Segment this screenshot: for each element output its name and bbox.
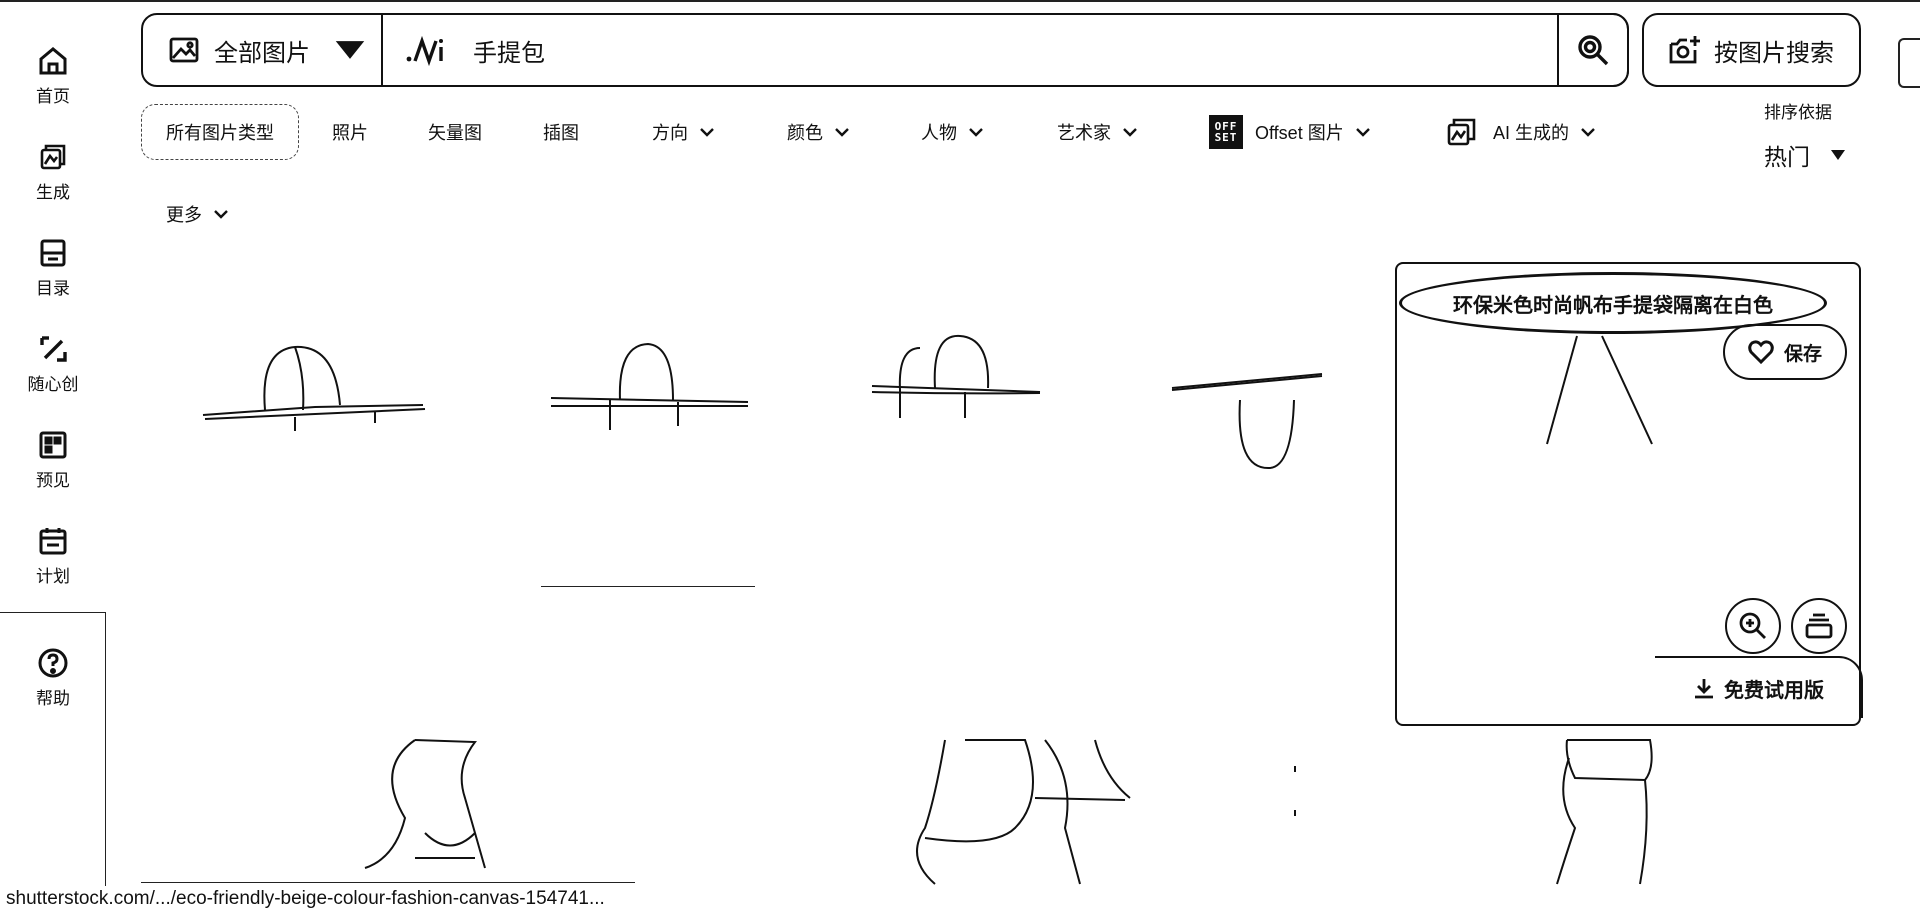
sidebar-item-label: 随心创 — [27, 375, 79, 394]
catalog-icon — [40, 239, 66, 267]
sort-dropdown[interactable]: 热门 — [1764, 138, 1846, 172]
result-image-9[interactable] — [1555, 738, 1665, 888]
zoom-in-icon — [1739, 612, 1766, 639]
result-image-5 — [1546, 335, 1653, 445]
filter-photo[interactable]: 照片 — [332, 104, 368, 160]
save-button-label: 保存 — [1783, 343, 1822, 365]
filter-more-label: 更多 — [166, 205, 202, 225]
filter-people-label: 人物 — [921, 123, 957, 143]
status-bar-url: shutterstock.com/.../eco-friendly-beige-… — [0, 886, 605, 912]
chevron-down-icon — [700, 128, 714, 137]
heart-icon — [1748, 340, 1774, 365]
result-card-hover[interactable]: 环保米色时尚帆布手提袋隔离在白色 保存 免费试用版 — [1395, 262, 1863, 726]
sidebar-item-label: 预见 — [36, 471, 70, 490]
search-button[interactable] — [1557, 13, 1629, 87]
filter-illustration[interactable]: 插图 — [543, 104, 579, 160]
search-bar: 全部图片 — [141, 13, 1629, 87]
chevron-down-icon — [1123, 128, 1137, 137]
stack-icon — [1805, 613, 1833, 639]
chevron-down-icon — [214, 210, 228, 219]
search-scope-label: 全部图片 — [214, 39, 310, 67]
filter-more[interactable]: 更多 — [166, 186, 228, 242]
search-by-image-button[interactable]: 按图片搜索 — [1642, 13, 1861, 87]
search-input[interactable] — [473, 27, 1373, 73]
sidebar-item-catalog[interactable]: 目录 — [0, 236, 106, 316]
filter-offset[interactable]: OFF SET Offset 图片 — [1209, 104, 1370, 160]
chevron-down-icon — [835, 128, 849, 137]
create-icon — [40, 336, 67, 362]
result-image-7[interactable] — [905, 738, 1135, 888]
zoom-button[interactable] — [1725, 598, 1781, 654]
sidebar-item-preview[interactable]: 预见 — [0, 428, 106, 508]
left-sidebar: 首页 生成 目录 随心创 预见 计划 帮助 — [0, 0, 106, 914]
filter-artist[interactable]: 艺术家 — [1057, 104, 1137, 160]
panel-edge-tab[interactable] — [1898, 38, 1920, 88]
filter-orientation[interactable]: 方向 — [652, 104, 714, 160]
filter-color[interactable]: 颜色 — [787, 104, 849, 160]
free-trial-button[interactable]: 免费试用版 — [1655, 656, 1863, 718]
ai-generate-icon — [1447, 118, 1476, 146]
download-icon — [1695, 679, 1713, 699]
image-icon — [169, 37, 199, 63]
search-icon — [1578, 35, 1609, 66]
caret-down-icon — [1831, 150, 1845, 160]
offset-logo-icon: OFF SET — [1209, 115, 1243, 149]
sidebar-item-label: 目录 — [36, 279, 70, 298]
offset-logo-bottom: SET — [1214, 131, 1238, 144]
ai-search-icon — [406, 35, 443, 67]
result-image-3[interactable] — [870, 330, 1050, 430]
result-image-divider — [541, 586, 755, 587]
chevron-down-icon — [1355, 128, 1370, 137]
filter-color-label: 颜色 — [787, 123, 823, 143]
result-image-8[interactable] — [1290, 738, 1300, 818]
save-button[interactable]: 保存 — [1723, 324, 1847, 380]
chevron-down-icon — [1581, 128, 1595, 137]
search-scope-dropdown[interactable]: 全部图片 — [143, 15, 383, 85]
sidebar-divider — [0, 612, 106, 613]
filter-ai-generated-label: AI 生成的 — [1493, 123, 1570, 143]
filter-image-type-label: 所有图片类型 — [166, 123, 274, 143]
filter-image-type[interactable]: 所有图片类型 — [141, 104, 299, 160]
camera-add-icon — [1669, 36, 1700, 64]
sort-value: 热门 — [1764, 144, 1810, 170]
filter-vector-label: 矢量图 — [428, 123, 482, 143]
filter-ai-generated[interactable]: AI 生成的 — [1445, 104, 1595, 160]
filter-offset-label: Offset 图片 — [1255, 123, 1344, 143]
sidebar-item-label: 生成 — [36, 183, 70, 202]
caret-down-icon — [335, 41, 365, 59]
filter-illustration-label: 插图 — [543, 123, 579, 143]
filter-people[interactable]: 人物 — [921, 104, 983, 160]
result-image-6[interactable] — [355, 738, 505, 888]
sort-label: 排序依据 — [1764, 103, 1832, 122]
result-image-4[interactable] — [1170, 370, 1330, 480]
sidebar-item-label: 计划 — [36, 567, 70, 586]
chevron-down-icon — [969, 128, 983, 137]
sidebar-item-generate[interactable]: 生成 — [0, 140, 106, 220]
home-icon — [39, 47, 67, 75]
sidebar-item-label: 首页 — [36, 87, 70, 106]
similar-images-button[interactable] — [1791, 598, 1847, 654]
sidebar-item-create[interactable]: 随心创 — [0, 332, 106, 412]
content-bottom-line — [141, 882, 635, 883]
sidebar-item-plan[interactable]: 计划 — [0, 524, 106, 604]
filter-photo-label: 照片 — [332, 123, 368, 143]
generate-icon — [40, 144, 66, 170]
result-image-1[interactable] — [195, 335, 435, 445]
filter-vector[interactable]: 矢量图 — [428, 104, 482, 160]
sidebar-item-help[interactable]: 帮助 — [0, 646, 106, 726]
sidebar-item-label: 帮助 — [36, 689, 70, 708]
filter-artist-label: 艺术家 — [1057, 123, 1111, 143]
help-icon — [38, 648, 68, 678]
sidebar-item-home[interactable]: 首页 — [0, 44, 106, 124]
filter-orientation-label: 方向 — [652, 123, 688, 143]
plan-icon — [39, 528, 67, 555]
result-image-2[interactable] — [548, 340, 758, 440]
window-top-border — [0, 0, 1920, 2]
free-trial-label: 免费试用版 — [1724, 679, 1824, 702]
search-by-image-label: 按图片搜索 — [1714, 39, 1834, 67]
preview-icon — [39, 431, 67, 459]
